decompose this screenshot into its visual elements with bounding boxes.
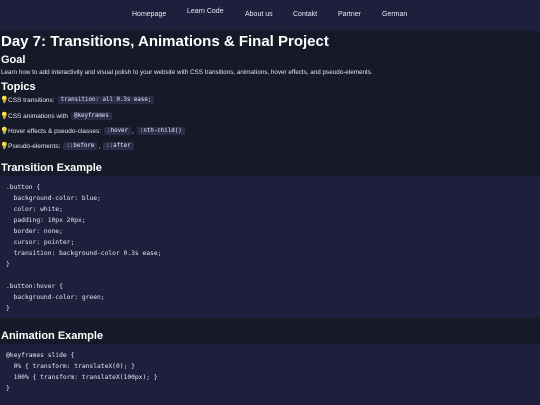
code-line: border: none;: [6, 228, 63, 235]
topic-text: CSS transitions:: [8, 96, 55, 104]
topic-text: CSS animations with: [8, 112, 68, 120]
animation-code-block: @keyframes slide { 0% { transform: trans…: [0, 344, 540, 405]
code-line: }: [6, 261, 10, 268]
nav-link-contakt[interactable]: Contakt: [293, 11, 317, 18]
topic-item: 💡 Pseudo-elements: ::before , ::after: [0, 142, 134, 150]
topics-heading: Topics: [1, 81, 36, 93]
code-line: background-color: blue;: [6, 195, 101, 202]
lightbulb-icon: 💡: [0, 97, 9, 104]
inline-code: :nth-child(): [136, 127, 185, 135]
top-navbar: Homepage Learn Code About us Contakt Par…: [0, 0, 540, 31]
inline-code: transition: all 0.3s ease;: [57, 96, 155, 104]
topic-item: 💡 CSS animations with @keyframes: [0, 112, 112, 120]
code-line: .button {: [6, 184, 41, 191]
transition-example-heading: Transition Example: [1, 162, 102, 174]
code-line: @keyframes slide {: [6, 352, 75, 359]
code-line: transition: background-color 0.3s ease;: [6, 250, 162, 257]
nav-link-homepage[interactable]: Homepage: [132, 11, 166, 18]
nav-link-about-us[interactable]: About us: [245, 11, 273, 18]
inline-code: :hover: [104, 127, 132, 135]
code-line: cursor: pointer;: [6, 239, 75, 246]
transition-code-block: .button { background-color: blue; color:…: [0, 176, 540, 318]
lightbulb-icon: 💡: [0, 128, 9, 135]
nav-link-german[interactable]: German: [382, 11, 407, 18]
topic-item: 💡 CSS transitions: transition: all 0.3s …: [0, 96, 155, 104]
code-line: padding: 10px 20px;: [6, 217, 86, 224]
code-line: 0% { transform: translateX(0); }: [6, 363, 135, 370]
goal-description: Learn how to add interactivity and visua…: [1, 69, 373, 76]
nav-link-learn-code[interactable]: Learn Code: [187, 8, 224, 15]
separator: ,: [98, 142, 101, 150]
topic-text: Hover effects & pseudo-classes:: [8, 127, 102, 135]
inline-code: ::after: [103, 142, 134, 150]
code-line: 100% { transform: translateX(100px); }: [6, 374, 158, 381]
goal-heading: Goal: [1, 54, 26, 66]
page-title: Day 7: Transitions, Animations & Final P…: [1, 33, 329, 50]
inline-code: ::before: [63, 142, 98, 150]
animation-example-heading: Animation Example: [1, 330, 104, 342]
code-line: background-color: green;: [6, 294, 105, 301]
lightbulb-icon: 💡: [0, 113, 9, 120]
code-line: .button:hover {: [6, 283, 63, 290]
topic-item: 💡 Hover effects & pseudo-classes: :hover…: [0, 127, 185, 135]
code-line: color: white;: [6, 206, 63, 213]
code-line: }: [6, 305, 10, 312]
code-line: }: [6, 385, 10, 392]
separator: ,: [132, 127, 134, 135]
topic-text: Pseudo-elements:: [8, 142, 61, 150]
nav-link-partner[interactable]: Partner: [338, 11, 361, 18]
lightbulb-icon: 💡: [0, 143, 9, 150]
inline-code: @keyframes: [70, 112, 112, 120]
